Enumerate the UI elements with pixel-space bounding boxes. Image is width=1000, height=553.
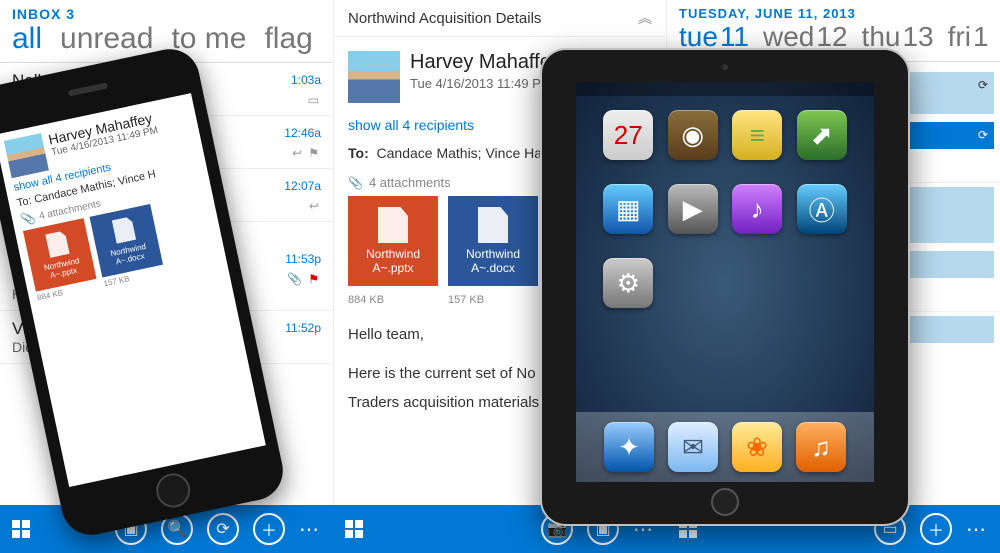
message-header-bar[interactable]: Northwind Acquisition Details ︽	[334, 0, 666, 37]
file-icon	[378, 207, 408, 243]
safari-app-icon[interactable]: ✦	[604, 422, 654, 472]
to-recipients: Candace Mathis; Vince Har	[377, 145, 547, 161]
attachment-docx[interactable]: Northwind A~.docx	[89, 204, 163, 278]
videos-app-icon[interactable]: ▦	[603, 184, 653, 234]
ipad-device: 27 ◉ ≡ ⬈ ▦ ▶ ♪ Ⓐ ⚙ ✦ ✉ ❀ ♫	[540, 48, 910, 526]
reply-icon: ↩	[292, 146, 302, 160]
add-event-button[interactable]: ＋	[920, 513, 952, 545]
ipad-camera	[722, 64, 728, 70]
attachment-name: Northwind A~.docx	[448, 247, 538, 275]
message-time: 1:03a	[291, 73, 321, 87]
file-icon	[45, 230, 70, 258]
maps-app-icon[interactable]: ⬈	[797, 110, 847, 160]
attachment-docx[interactable]: Northwind A~.docx	[448, 196, 538, 286]
message-time: 12:46a	[284, 126, 321, 140]
attachment-icon: 📎	[348, 176, 363, 190]
sync-button[interactable]: ⟳	[207, 513, 239, 545]
calendar-icon: ▭	[308, 93, 319, 107]
attachment-size: 157 KB	[448, 294, 538, 306]
more-button[interactable]: ⋯	[299, 517, 321, 542]
calendar-date-label: TUESDAY, JUNE 11, 2013	[667, 0, 1000, 21]
avatar	[4, 133, 49, 178]
ipad-screen: 27 ◉ ≡ ⬈ ▦ ▶ ♪ Ⓐ ⚙ ✦ ✉ ❀ ♫	[576, 82, 874, 482]
file-icon	[478, 207, 508, 243]
mail-app-icon[interactable]: ✉	[668, 422, 718, 472]
flag-icon: ⚑	[308, 272, 319, 286]
photos-app-icon[interactable]: ❀	[732, 422, 782, 472]
attachments-count: 4 attachments	[369, 175, 451, 190]
ipad-dock: ✦ ✉ ❀ ♫	[576, 412, 874, 482]
iphone-home-button[interactable]	[153, 470, 193, 510]
sync-icon: ⟳	[978, 78, 988, 92]
message-time: 12:07a	[284, 179, 321, 193]
ipad-home-button[interactable]	[711, 488, 739, 516]
inbox-count-label: INBOX 3	[0, 0, 333, 22]
settings-app-icon[interactable]: ⚙	[603, 258, 653, 308]
attachment-icon: 📎	[19, 210, 37, 227]
flag-icon: ⚑	[308, 146, 319, 160]
sender-name: Harvey Mahaffey	[410, 51, 561, 74]
attachment-size: 884 KB	[348, 294, 438, 306]
itunes-app-icon[interactable]: ♪	[732, 184, 782, 234]
iphone-speaker	[67, 82, 107, 96]
youtube-app-icon[interactable]: ▶	[668, 184, 718, 234]
more-button[interactable]: ⋯	[966, 517, 988, 542]
ipad-home-grid: 27 ◉ ≡ ⬈ ▦ ▶ ♪ Ⓐ ⚙	[576, 110, 874, 308]
message-time: 11:53p	[285, 252, 321, 266]
appstore-app-icon[interactable]: Ⓐ	[797, 184, 847, 234]
attachment-icon: 📎	[287, 272, 302, 286]
tiles-icon[interactable]	[345, 520, 363, 538]
calendar-app-icon[interactable]: 27	[603, 110, 653, 160]
collapse-icon[interactable]: ︽	[638, 8, 652, 28]
reply-icon: ↩	[309, 199, 319, 213]
notes-app-icon[interactable]: ≡	[732, 110, 782, 160]
tiles-icon[interactable]	[12, 520, 30, 538]
compose-button[interactable]: ＋	[253, 513, 285, 545]
avatar	[348, 51, 400, 103]
tab-unread[interactable]: unread	[60, 22, 153, 56]
sent-timestamp: Tue 4/16/2013 11:49 PM	[410, 76, 561, 91]
attachment-name: Northwind A~.docx	[97, 239, 161, 269]
ipad-status-bar	[576, 82, 874, 96]
attachment-name: Northwind A~.pptx	[30, 253, 94, 283]
ipod-app-icon[interactable]: ♫	[796, 422, 846, 472]
tab-flag[interactable]: flag	[264, 22, 312, 56]
tab-tome[interactable]: to me	[171, 22, 246, 56]
attachment-name: Northwind A~.pptx	[348, 247, 438, 275]
sync-icon: ⟳	[978, 128, 988, 142]
attachment-pptx[interactable]: Northwind A~.pptx	[348, 196, 438, 286]
tab-all[interactable]: all	[12, 22, 42, 56]
day-tab-fri[interactable]: fri1	[948, 21, 989, 53]
message-time: 11:52p	[285, 321, 321, 335]
file-icon	[112, 216, 137, 244]
contacts-app-icon[interactable]: ◉	[668, 110, 718, 160]
message-title: Northwind Acquisition Details	[348, 10, 541, 27]
to-prefix: To:	[348, 145, 369, 161]
attachment-pptx[interactable]: Northwind A~.pptx	[23, 218, 97, 292]
